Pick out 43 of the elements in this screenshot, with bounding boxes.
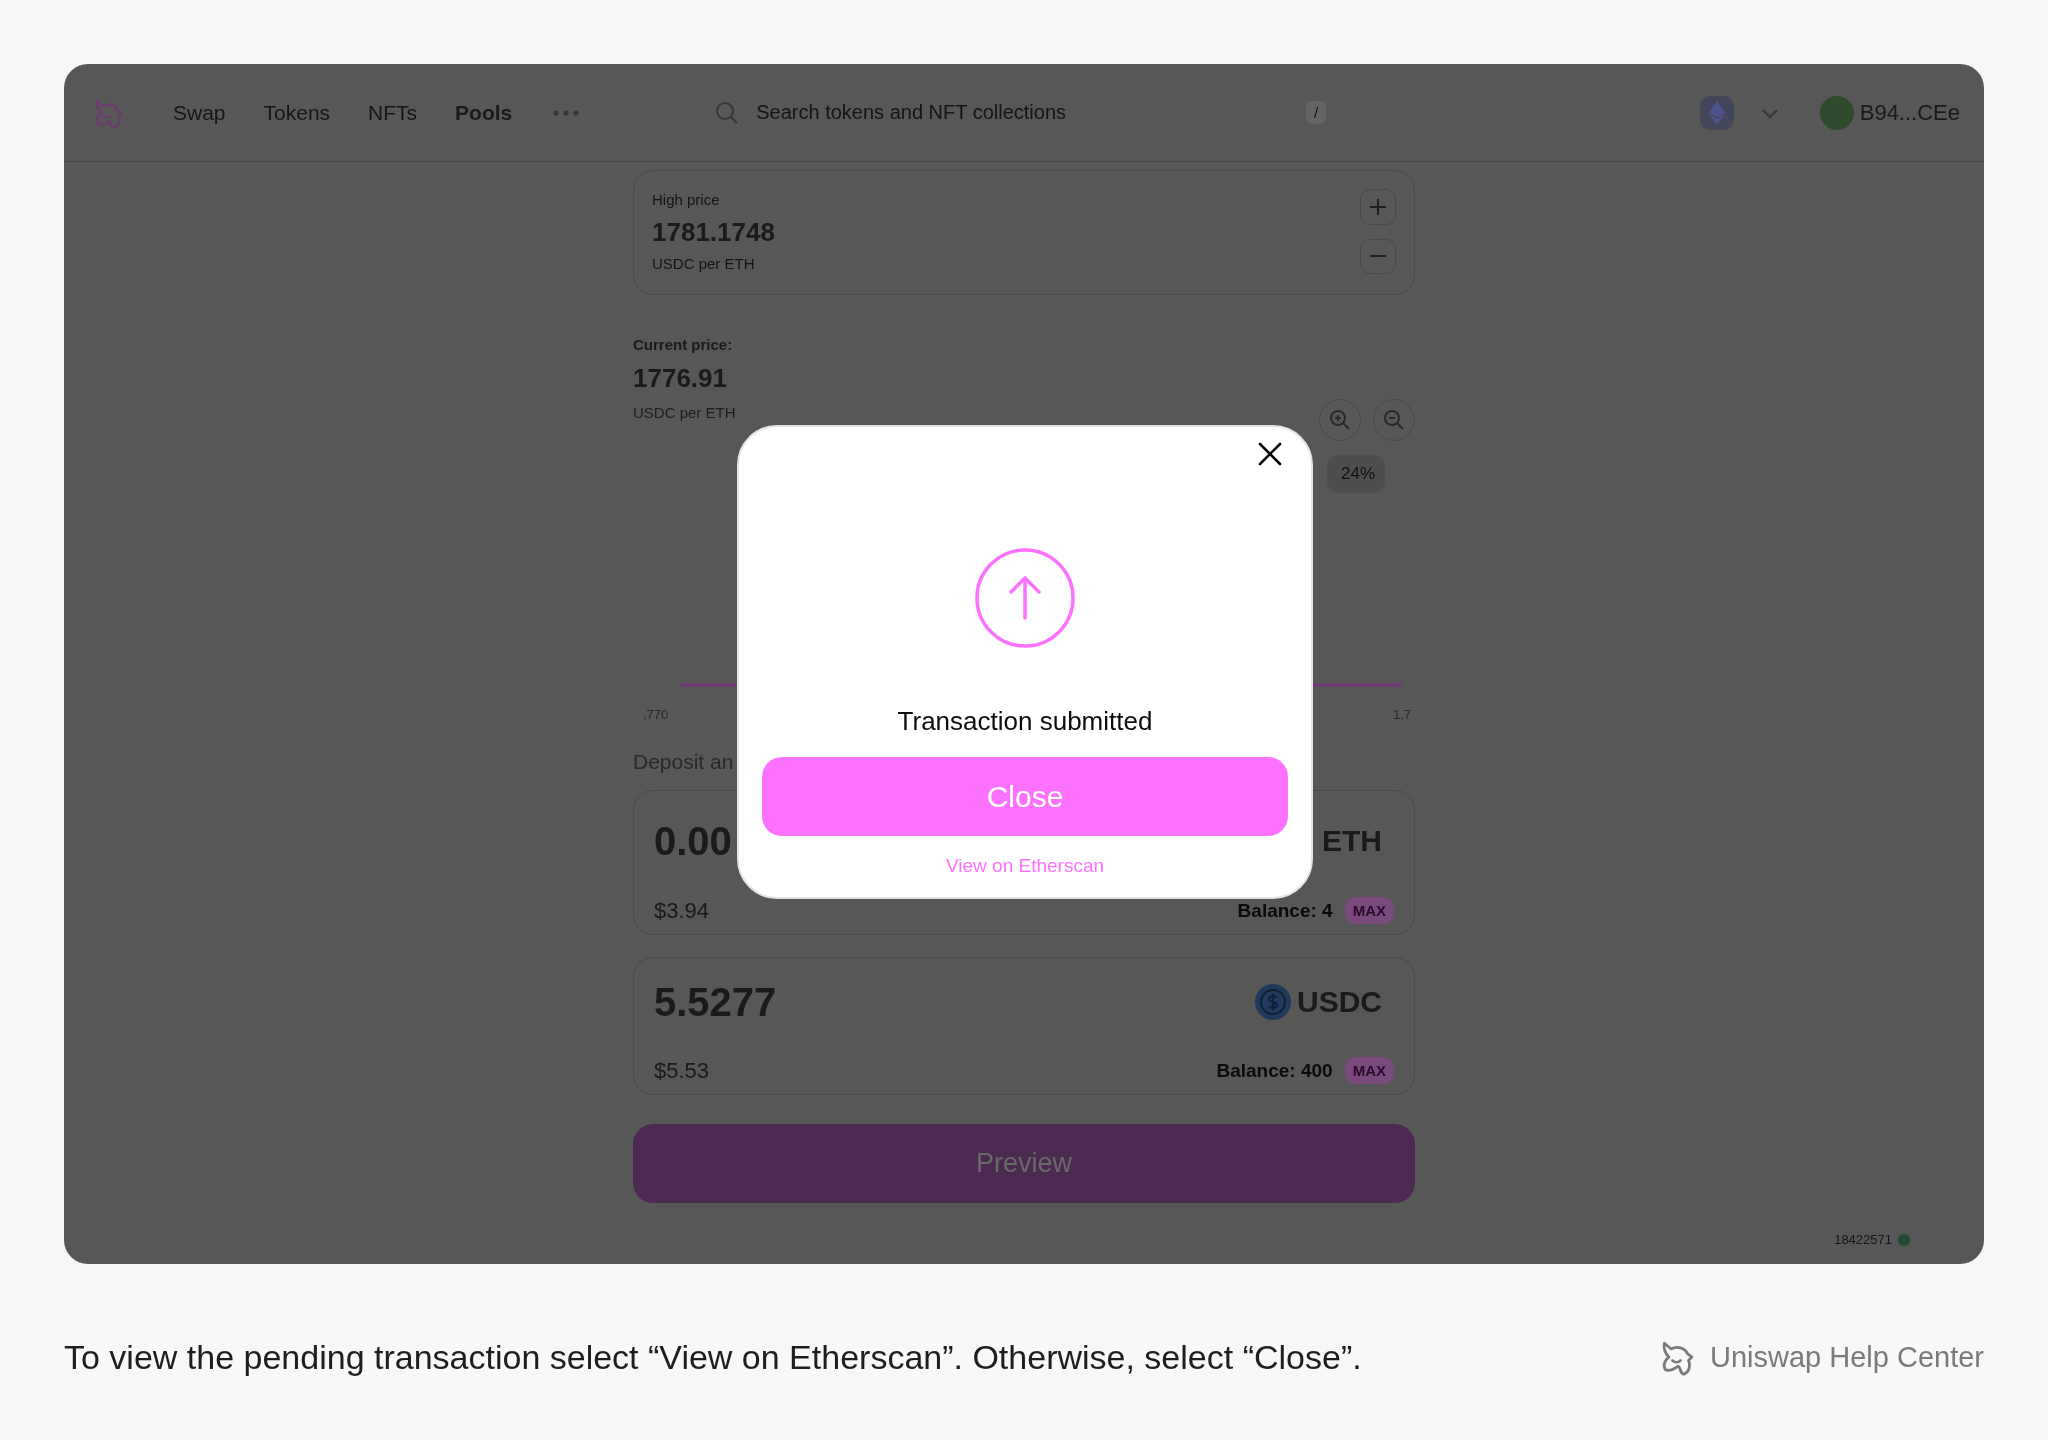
nav-tab[interactable]: NFTs xyxy=(368,100,418,125)
zoom-out-icon xyxy=(1383,409,1405,431)
nav-tab[interactable]: Pools xyxy=(455,100,513,125)
decrement-button[interactable] xyxy=(1360,238,1396,274)
dollar-coin-icon xyxy=(1255,984,1291,1020)
ethereum-network-icon[interactable] xyxy=(1699,95,1734,130)
more-icon[interactable] xyxy=(552,108,581,117)
zoom-in-icon xyxy=(1329,409,1351,431)
unit-label: USDC per ETH xyxy=(652,255,756,273)
account-address[interactable]: B94...CEe xyxy=(1859,99,1960,126)
avatar-icon[interactable] xyxy=(1819,95,1854,130)
minus-icon xyxy=(1369,254,1387,259)
usd-value: $3.94 xyxy=(654,897,710,924)
range-chip[interactable]: 24% xyxy=(1326,455,1385,493)
max-button[interactable]: MAX xyxy=(1344,1057,1394,1084)
status-dot-icon xyxy=(1898,1233,1910,1246)
nav-tab[interactable]: Tokens xyxy=(263,100,331,125)
max-button[interactable]: MAX xyxy=(1344,897,1394,924)
field-label: High price xyxy=(652,191,721,209)
brand-name: Uniswap Help Center xyxy=(1710,1340,1984,1374)
search-field[interactable]: Search tokens and NFT collections xyxy=(754,100,1307,125)
unit-label: USDC per ETH xyxy=(633,403,736,423)
increment-button[interactable] xyxy=(1360,189,1396,225)
usd-value: $5.53 xyxy=(654,1057,710,1084)
etherscan-link[interactable]: View on Etherscan xyxy=(945,854,1105,878)
modal-title: Transaction submitted xyxy=(897,705,1153,738)
current-price-label: Current price: xyxy=(633,335,734,355)
arrow-up-circle-icon xyxy=(975,548,1075,648)
block-number: 18422571 xyxy=(1834,1232,1892,1247)
shortcut-key: / xyxy=(1306,101,1327,124)
amount-input[interactable]: 0.00 xyxy=(654,817,732,865)
nav-tab[interactable]: Swap xyxy=(173,100,226,125)
caption-text: To view the pending transaction select “View on Etherscan”. Otherwise, select “Close”. xyxy=(64,1337,1362,1377)
plus-icon xyxy=(1369,197,1387,216)
amount-input[interactable]: 5.5277 xyxy=(654,978,777,1026)
price-input[interactable]: 1781.1748 xyxy=(652,217,775,247)
balance-text: Balance: 4 xyxy=(1237,899,1333,922)
close-button[interactable]: Close xyxy=(762,757,1288,836)
token-selector[interactable]: ETH xyxy=(1310,822,1394,860)
token-selector[interactable]: USDC xyxy=(1243,982,1394,1022)
current-price-value: 1776.91 xyxy=(633,362,728,395)
preview-button[interactable]: Preview xyxy=(633,1124,1415,1203)
balance-text: Balance: 400 xyxy=(1216,1059,1333,1082)
